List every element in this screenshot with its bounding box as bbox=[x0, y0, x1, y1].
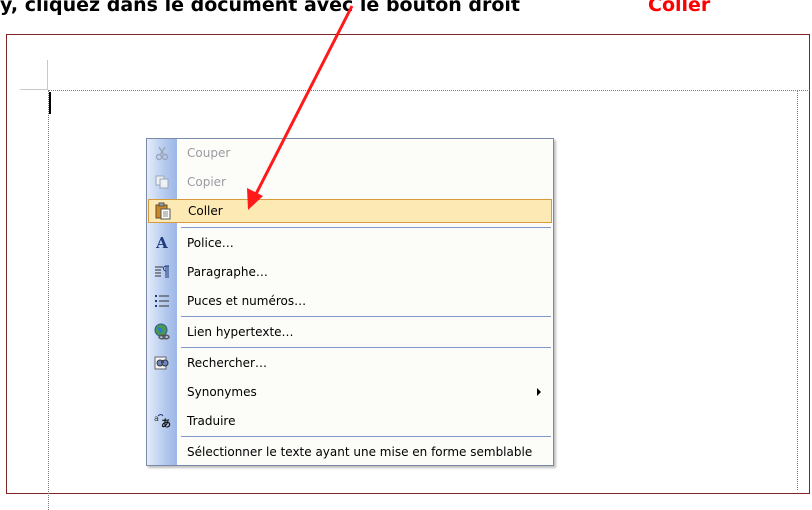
annotation-arrow-shaft bbox=[253, 5, 354, 197]
annotation-arrow bbox=[247, 5, 354, 210]
annotation-arrow-head bbox=[247, 188, 263, 210]
